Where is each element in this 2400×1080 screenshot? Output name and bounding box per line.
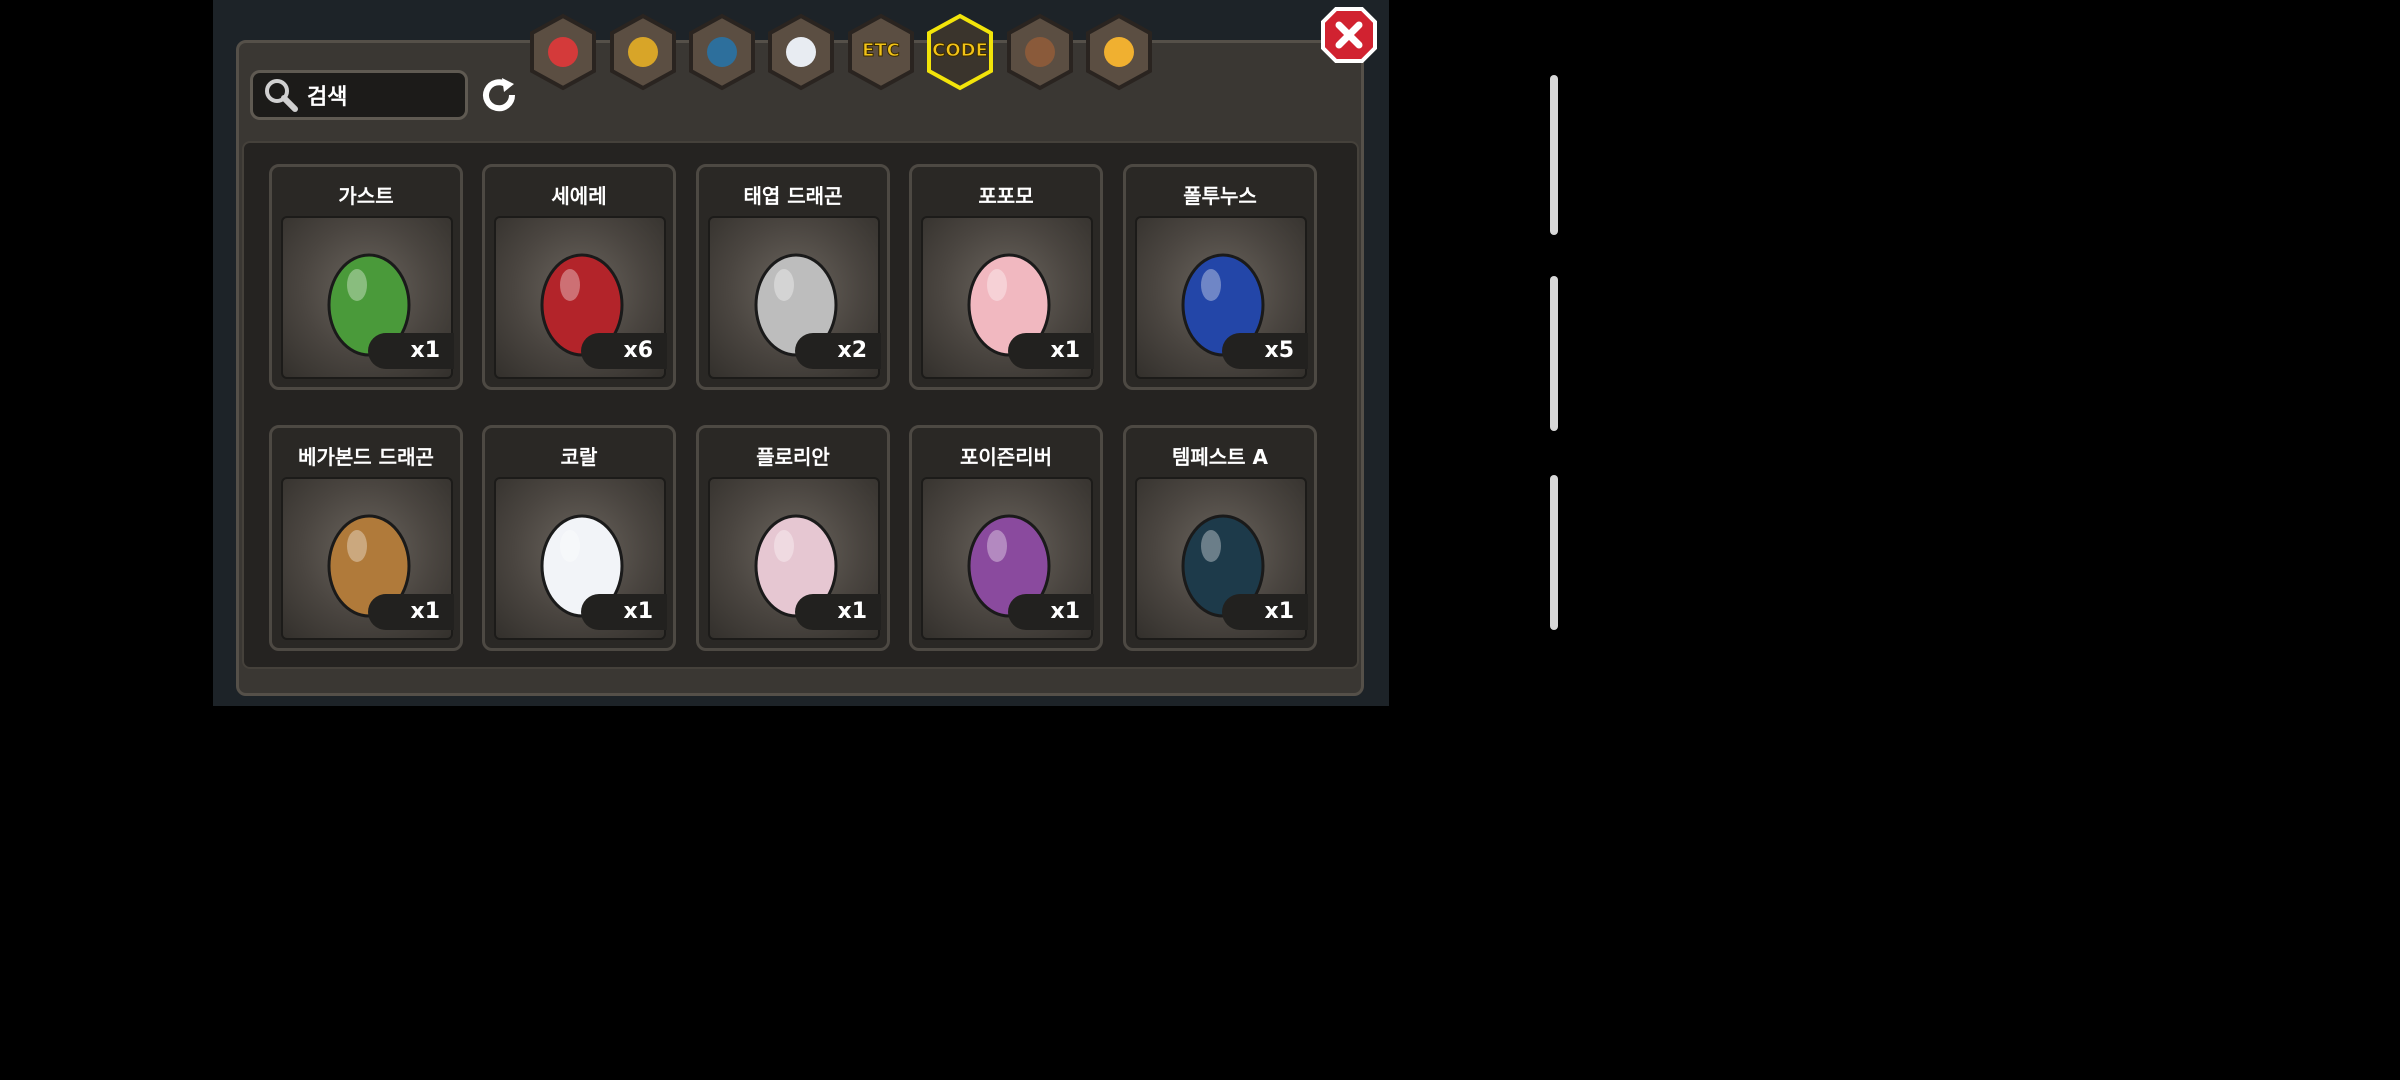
search-input[interactable]: 검색 [250, 70, 468, 120]
blue-scale-icon [689, 13, 755, 91]
item-image: x1 [708, 477, 881, 640]
item-name: 템페스트 A [1171, 445, 1269, 469]
item-name: 포포모 [978, 184, 1034, 208]
item-image: x1 [494, 477, 667, 640]
item-card[interactable]: 플로리안 x1 [696, 425, 890, 651]
scrollbar-top[interactable] [1550, 75, 1558, 235]
item-count: x1 [581, 594, 667, 630]
gold-nugget-icon [610, 13, 676, 91]
tab-fruit[interactable] [528, 13, 598, 91]
tab-etc[interactable]: ETC [846, 13, 916, 91]
item-card[interactable]: 코랄 x1 [482, 425, 676, 651]
tab-gold-nugget[interactable] [608, 13, 678, 91]
scrollbar-bottom[interactable] [1550, 475, 1558, 630]
refresh-icon [483, 78, 516, 112]
search-placeholder: 검색 [307, 85, 348, 110]
item-image: x1 [921, 477, 1094, 640]
item-image: x1 [1135, 477, 1308, 640]
item-card[interactable]: 포포모 x1 [909, 164, 1103, 390]
item-name: 포이즌리버 [960, 445, 1052, 469]
tab-blue-scale[interactable] [687, 13, 757, 91]
tab-egg[interactable] [766, 13, 836, 91]
item-image: x6 [494, 216, 667, 379]
item-card[interactable]: 가스트 x1 [269, 164, 463, 390]
item-image: x5 [1135, 216, 1308, 379]
item-name: 태엽 드래곤 [743, 184, 843, 208]
item-name: 가스트 [338, 184, 394, 208]
magnifier-icon [265, 79, 298, 112]
close-icon [1321, 7, 1377, 63]
refresh-button[interactable] [478, 74, 520, 116]
item-card[interactable]: 템페스트 A x1 [1123, 425, 1317, 651]
item-name: 코랄 [560, 445, 598, 469]
item-image: x2 [708, 216, 881, 379]
item-name: 플로리안 [756, 445, 830, 469]
item-count: x1 [368, 594, 454, 630]
item-count: x1 [1008, 333, 1094, 369]
item-count: x5 [1222, 333, 1308, 369]
item-count: x1 [1222, 594, 1308, 630]
item-image: x1 [921, 216, 1094, 379]
item-name: 폴투누스 [1183, 184, 1257, 208]
item-count: x6 [581, 333, 667, 369]
werewolf-icon [1007, 13, 1073, 91]
tab-label: ETC [862, 40, 901, 62]
tab-label: CODE [932, 40, 989, 62]
item-image: x1 [281, 216, 454, 379]
egg-icon [768, 13, 834, 91]
item-card[interactable]: 베가본드 드래곤 x1 [269, 425, 463, 651]
item-count: x2 [795, 333, 881, 369]
cat-mask-icon [1086, 13, 1152, 91]
tab-cat-mask[interactable] [1084, 13, 1154, 91]
item-card[interactable]: 포이즌리버 x1 [909, 425, 1103, 651]
close-button[interactable] [1320, 6, 1378, 64]
item-count: x1 [368, 333, 454, 369]
tab-code[interactable]: CODE [925, 13, 995, 91]
item-count: x1 [795, 594, 881, 630]
item-name: 세에레 [551, 184, 607, 208]
fruit-icon [530, 13, 596, 91]
tab-werewolf[interactable] [1005, 13, 1075, 91]
item-card[interactable]: 폴투누스 x5 [1123, 164, 1317, 390]
scrollbar-middle[interactable] [1550, 276, 1558, 431]
item-image: x1 [281, 477, 454, 640]
item-card[interactable]: 태엽 드래곤 x2 [696, 164, 890, 390]
item-count: x1 [1008, 594, 1094, 630]
item-card[interactable]: 세에레 x6 [482, 164, 676, 390]
item-name: 베가본드 드래곤 [298, 445, 434, 469]
